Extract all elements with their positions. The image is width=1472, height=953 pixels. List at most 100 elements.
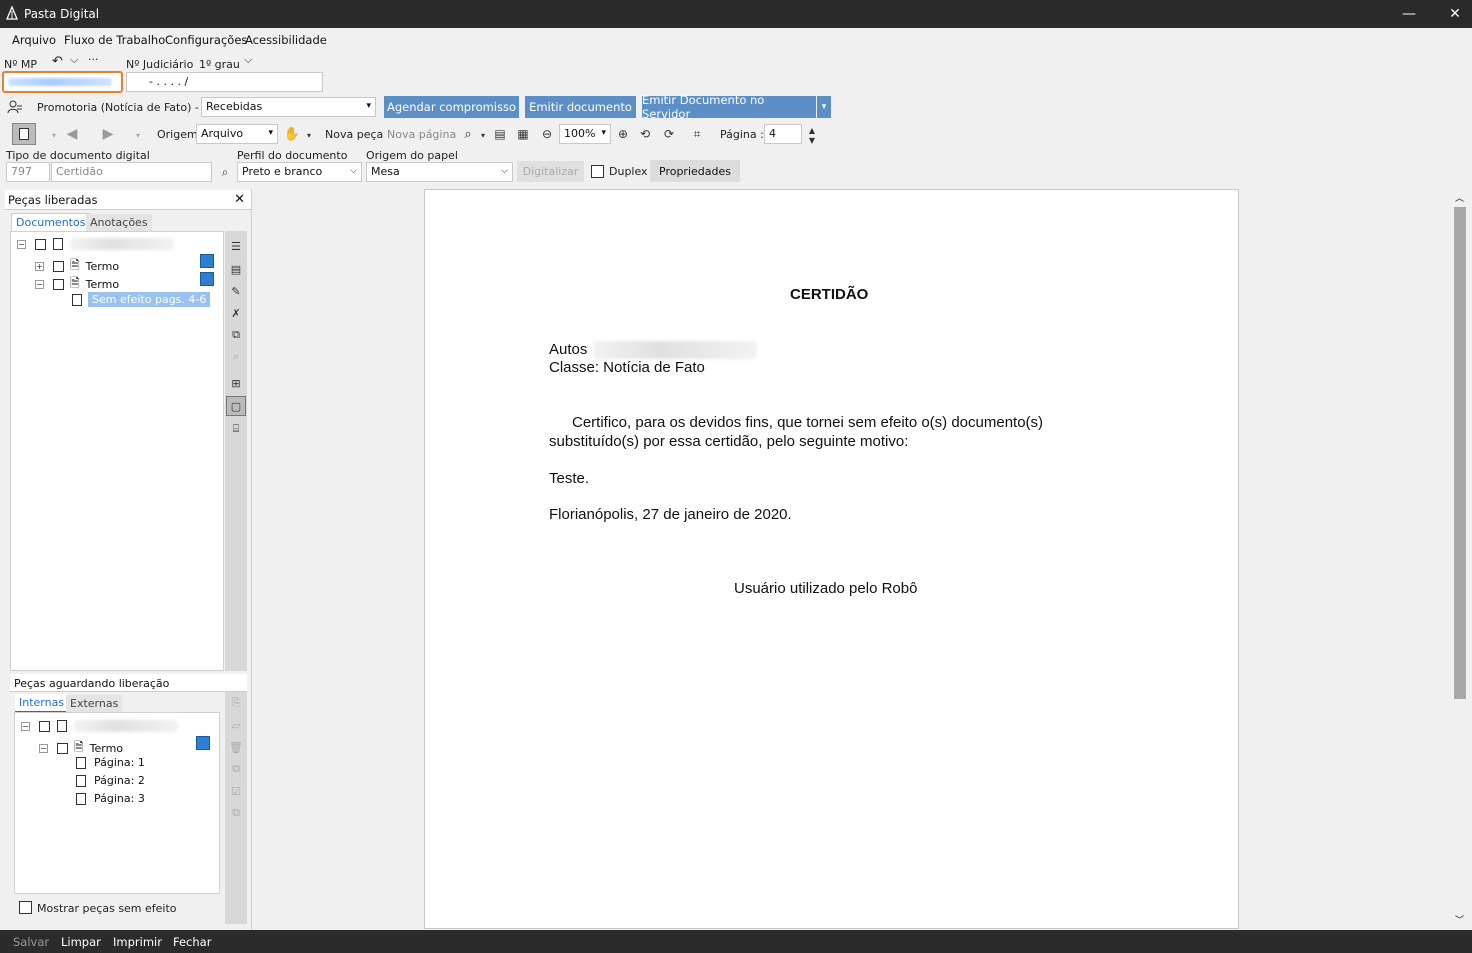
- duplex-checkbox[interactable]: [591, 165, 604, 178]
- tree-checkbox[interactable]: [57, 743, 68, 754]
- perfil-select[interactable]: Preto e branco ⌵: [237, 162, 362, 182]
- zoom-select[interactable]: 100% ▾: [559, 124, 611, 144]
- sign-icon[interactable]: ✎: [228, 283, 244, 299]
- expand-icon[interactable]: +: [35, 262, 44, 271]
- pagina-value: 4: [769, 127, 776, 140]
- agendar-compromisso-button[interactable]: Agendar compromisso: [384, 96, 519, 118]
- rotate-right-icon[interactable]: ⟳: [661, 126, 677, 142]
- page-select-icon[interactable]: ⌗: [689, 126, 705, 142]
- zoom-in-icon[interactable]: ⊕: [615, 126, 631, 142]
- page-icon: [76, 774, 86, 787]
- check-copy-icon[interactable]: ☑: [228, 783, 244, 799]
- fit-width-icon[interactable]: ▤: [492, 126, 508, 142]
- undo-dropdown-icon[interactable]: ⌵: [70, 53, 78, 67]
- collapse-icon[interactable]: −: [35, 280, 44, 289]
- emitir-documento-button[interactable]: Emitir documento: [525, 96, 636, 118]
- previous-icon[interactable]: ◀: [64, 126, 80, 142]
- tipo-input[interactable]: Certidão: [51, 162, 212, 182]
- rotate-left-icon[interactable]: ⟲: [637, 126, 653, 142]
- page-down-icon[interactable]: ▼: [804, 132, 820, 148]
- zoom-dropdown-icon[interactable]: ▾: [475, 127, 491, 143]
- tab-documentos[interactable]: Documentos: [11, 213, 91, 233]
- tree-checkbox[interactable]: [53, 261, 64, 272]
- tab-internas[interactable]: Internas: [15, 694, 69, 713]
- tree-root-row[interactable]: −: [17, 238, 174, 250]
- salvar-button[interactable]: Salvar: [13, 935, 49, 949]
- digitalizar-button[interactable]: Digitalizar: [517, 161, 584, 182]
- propriedades-button[interactable]: Propriedades: [650, 160, 740, 182]
- minimize-button[interactable]: —: [1386, 0, 1432, 28]
- tree-list-icon[interactable]: ▤: [228, 261, 244, 277]
- unsign-icon[interactable]: ✗: [228, 305, 244, 321]
- fila-select[interactable]: Recebidas ▾: [201, 97, 376, 117]
- collapse-icon[interactable]: −: [17, 239, 26, 249]
- nmp-label: Nº MP: [4, 58, 38, 71]
- copy-icon[interactable]: ⧉: [228, 761, 244, 777]
- close-button[interactable]: ✕: [1432, 0, 1472, 28]
- duplicate-icon[interactable]: ⧉: [228, 805, 244, 821]
- tree-item-pagina-1[interactable]: Página: 1: [76, 756, 145, 769]
- tree-root-row[interactable]: −: [21, 720, 178, 732]
- tipo-code-input[interactable]: 797: [6, 162, 50, 182]
- next-dropdown-icon[interactable]: ▾: [130, 127, 146, 143]
- nova-peca-button[interactable]: Nova peça: [325, 128, 383, 141]
- delete-icon[interactable]: 🗑: [228, 739, 244, 755]
- grau-dropdown-icon[interactable]: ⌵: [244, 53, 252, 67]
- mostrar-checkbox[interactable]: [19, 901, 32, 914]
- tree-item-label: Página: 1: [94, 756, 145, 769]
- origem-papel-select[interactable]: Mesa ⌵: [366, 162, 513, 182]
- more-options-icon[interactable]: ···: [88, 53, 99, 66]
- fechar-button[interactable]: Fechar: [173, 935, 211, 949]
- zoom-search-icon[interactable]: ⌕: [460, 126, 476, 142]
- release-icon[interactable]: ⎘: [228, 695, 244, 711]
- origem-select[interactable]: Arquivo ▾: [196, 124, 278, 144]
- limpar-button[interactable]: Limpar: [61, 935, 101, 949]
- imprimir-button[interactable]: Imprimir: [113, 935, 162, 949]
- collapse-icon[interactable]: −: [21, 721, 30, 731]
- perfil-value: Preto e branco: [242, 165, 323, 178]
- nmp-input[interactable]: [2, 71, 123, 93]
- tree-checkbox[interactable]: [35, 238, 46, 250]
- judicial-input[interactable]: - . . . . /: [126, 72, 323, 92]
- scroll-up-icon[interactable]: ︿: [1455, 191, 1464, 204]
- hand-dropdown-icon[interactable]: ▾: [301, 127, 317, 143]
- fit-page-icon[interactable]: ▦: [515, 126, 531, 142]
- next-icon[interactable]: ▶: [100, 126, 116, 142]
- tree-item-pagina-3[interactable]: Página: 3: [76, 792, 145, 805]
- tab-anotacoes[interactable]: Anotações: [86, 214, 152, 231]
- undo-icon[interactable]: ↶: [52, 54, 63, 69]
- zoom-out-icon[interactable]: ⊖: [539, 126, 555, 142]
- scroll-down-icon[interactable]: ﹀: [1455, 913, 1464, 926]
- pagina-input[interactable]: 4: [764, 124, 802, 144]
- tree-checkbox[interactable]: [53, 279, 64, 290]
- document-icon: [53, 238, 63, 250]
- collapse-icon[interactable]: −: [39, 744, 48, 753]
- search-doc-icon[interactable]: ⌕: [228, 349, 244, 365]
- filter-icon[interactable]: ⌸: [228, 421, 244, 437]
- note-icon[interactable]: ▢: [226, 396, 246, 416]
- scrollbar-thumb[interactable]: [1454, 207, 1466, 699]
- hand-icon[interactable]: ✋: [284, 126, 300, 142]
- tree-item-sem-efeito[interactable]: Sem efeito pags. 4-6: [72, 292, 211, 307]
- folder-icon[interactable]: ▱: [228, 717, 244, 733]
- tree-item-label: Página: 3: [94, 792, 145, 805]
- select-mode-button[interactable]: [12, 123, 36, 145]
- close-panel-icon[interactable]: ✕: [234, 192, 245, 207]
- add-note-icon[interactable]: ⊞: [228, 375, 244, 391]
- tree-item-pagina-2[interactable]: Página: 2: [76, 774, 145, 787]
- menu-acessibilidade[interactable]: Acessibilidade: [245, 33, 327, 47]
- emitir-documento-servidor-button[interactable]: Emitir Documento no Servidor: [642, 93, 816, 121]
- chevron-down-icon: ▾: [366, 101, 371, 111]
- search-icon[interactable]: ⌕: [217, 164, 233, 180]
- tab-externas[interactable]: Externas: [66, 695, 123, 712]
- tree-expand-icon[interactable]: ☰: [228, 238, 244, 254]
- menu-fluxo-de-trabalho[interactable]: Fluxo de Trabalho: [64, 33, 165, 47]
- menu-arquivo[interactable]: Arquivo: [12, 33, 56, 47]
- nova-pagina-button[interactable]: Nova página: [387, 128, 456, 141]
- menu-configuracoes[interactable]: Configurações: [165, 33, 247, 47]
- emitir-servidor-dropdown-icon[interactable]: ▾: [817, 96, 831, 118]
- copy-icon[interactable]: ⧉: [228, 327, 244, 343]
- viewer-scrollbar[interactable]: ︿ ﹀: [1452, 189, 1468, 929]
- dropdown-arrow-icon[interactable]: ▾: [46, 127, 62, 143]
- tree-checkbox[interactable]: [39, 720, 50, 732]
